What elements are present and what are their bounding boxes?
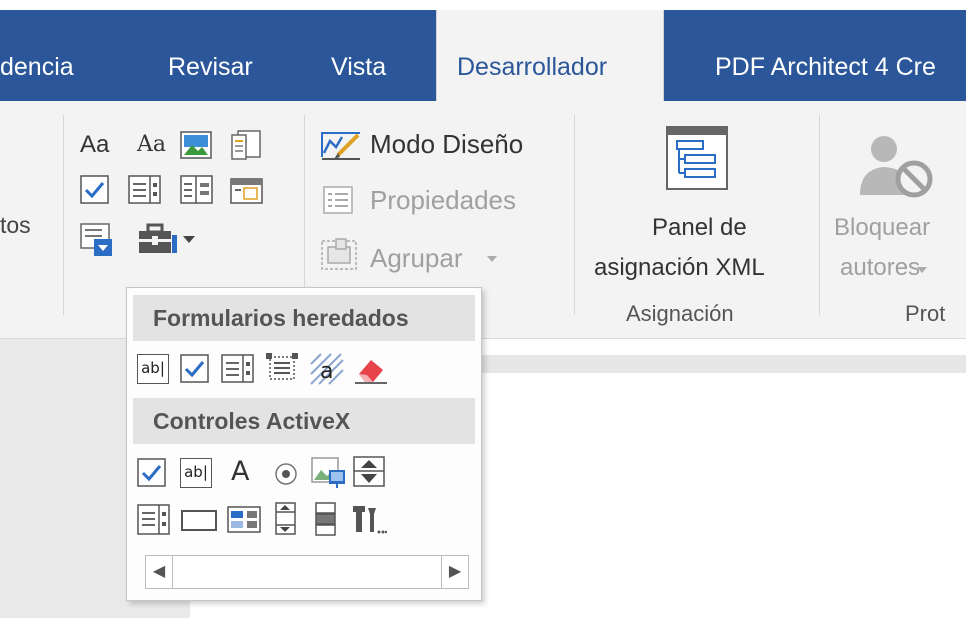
rich-text-control-icon[interactable]: Aa xyxy=(80,131,109,159)
form-field-shading-icon[interactable]: a xyxy=(309,352,345,386)
activex-label-icon[interactable]: A xyxy=(231,456,255,488)
tab-vista[interactable]: Vista xyxy=(331,10,386,101)
activex-checkbox-icon[interactable] xyxy=(137,458,167,488)
activex-combo-box-icon[interactable] xyxy=(137,504,171,536)
xml-mapping-pane-icon[interactable] xyxy=(665,125,729,191)
block-authors-icon[interactable] xyxy=(856,133,940,203)
separator xyxy=(574,115,575,315)
activex-textbox-icon[interactable]: ab| xyxy=(180,458,212,488)
building-block-icon[interactable] xyxy=(230,129,262,161)
legacy-tools-dropdown: Formularios heredados ab| a Controles Ac… xyxy=(126,287,482,601)
tab-referencias[interactable]: dencia xyxy=(0,10,74,101)
insert-frame-icon[interactable] xyxy=(265,352,299,384)
activex-toggle-button-icon[interactable] xyxy=(315,502,337,536)
separator xyxy=(819,115,820,315)
separator xyxy=(304,115,305,315)
tab-desarrollador[interactable]: Desarrollador xyxy=(436,10,664,101)
chevron-down-icon[interactable] xyxy=(916,266,928,274)
horizontal-scrollbar[interactable]: ◀ ▶ xyxy=(145,555,469,589)
picture-control-icon[interactable] xyxy=(180,131,212,159)
legacy-forms-header: Formularios heredados xyxy=(133,295,475,341)
svg-text:a: a xyxy=(320,359,333,384)
properties-icon[interactable] xyxy=(322,185,356,215)
plain-text-control-icon[interactable]: Aa xyxy=(137,132,166,157)
date-picker-control-icon[interactable] xyxy=(230,175,264,205)
activex-controls-header: Controles ActiveX xyxy=(133,398,475,444)
activex-command-button-icon[interactable] xyxy=(181,510,219,532)
group-button[interactable]: Agrupar xyxy=(370,243,463,274)
xml-mapping-pane-label-line2[interactable]: asignación XML xyxy=(594,254,765,282)
tab-pdf-architect[interactable]: PDF Architect 4 Cre xyxy=(715,10,936,101)
reset-form-fields-eraser-icon[interactable] xyxy=(353,352,389,384)
combo-box-control-icon[interactable] xyxy=(128,175,162,205)
block-authors-label-line1[interactable]: Bloquear xyxy=(834,214,930,242)
scroll-right-arrow-icon[interactable]: ▶ xyxy=(441,556,468,588)
design-mode-button[interactable]: Modo Diseño xyxy=(370,129,523,160)
legacy-tools-icon[interactable] xyxy=(136,221,180,257)
scroll-left-arrow-icon[interactable]: ◀ xyxy=(146,556,173,588)
activex-spin-button-icon[interactable] xyxy=(353,456,387,488)
chevron-down-icon[interactable] xyxy=(182,235,196,245)
xml-mapping-pane-label-line1[interactable]: Panel de xyxy=(652,214,747,242)
dropdown-list-control-icon[interactable] xyxy=(180,175,214,205)
ribbon-tab-bar: dencia Revisar Vista Desarrollador PDF A… xyxy=(0,0,966,101)
mapping-group-label: Asignación xyxy=(626,301,734,326)
chevron-down-icon[interactable] xyxy=(486,255,498,263)
legacy-checkbox-icon[interactable] xyxy=(180,354,210,384)
legacy-dropdown-field-icon[interactable] xyxy=(221,354,255,384)
activex-image-icon[interactable] xyxy=(311,456,347,490)
repeating-section-control-icon[interactable] xyxy=(80,223,114,257)
checkbox-control-icon[interactable] xyxy=(80,175,110,205)
separator xyxy=(63,115,64,315)
legacy-text-field-icon[interactable]: ab| xyxy=(137,354,169,384)
tab-revisar[interactable]: Revisar xyxy=(168,10,253,101)
block-authors-label-line2[interactable]: autores xyxy=(840,254,920,282)
activex-option-button-icon[interactable] xyxy=(273,461,299,487)
activex-list-box-icon[interactable] xyxy=(227,506,263,534)
more-controls-tools-icon[interactable] xyxy=(353,502,387,536)
group-icon[interactable] xyxy=(320,237,360,273)
partial-group-label: tos xyxy=(0,212,31,238)
design-mode-icon[interactable] xyxy=(320,129,362,161)
activex-scroll-bar-icon[interactable] xyxy=(275,502,297,536)
protect-group-label: Prot xyxy=(905,301,946,326)
properties-button[interactable]: Propiedades xyxy=(370,185,516,216)
